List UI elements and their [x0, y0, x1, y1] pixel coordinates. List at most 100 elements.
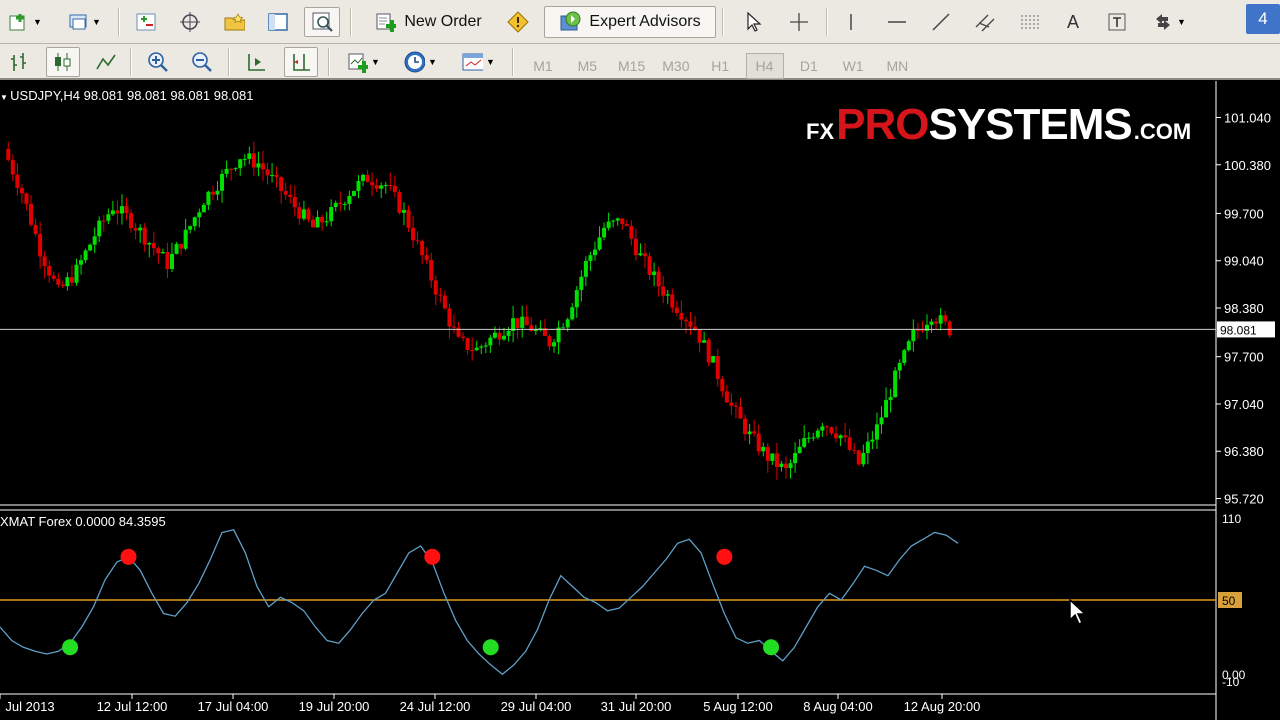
candlestick-button[interactable]: [46, 47, 80, 77]
trendline-icon: [930, 11, 952, 33]
bar-chart-button[interactable]: [4, 47, 36, 77]
crosshair-tool-button[interactable]: [784, 7, 814, 37]
new-chart-button[interactable]: ▼: [2, 7, 48, 37]
candle-body: [51, 275, 56, 279]
timeframe-mn[interactable]: MN: [878, 53, 916, 79]
chart-shift-button[interactable]: [284, 47, 318, 77]
candle-body: [220, 173, 225, 191]
trendline-button[interactable]: [926, 7, 956, 37]
candle-body: [588, 255, 593, 261]
cursor-tool-button[interactable]: [738, 7, 768, 37]
indicators-button[interactable]: ▼: [340, 47, 386, 77]
text-label-button[interactable]: [1102, 7, 1132, 37]
candle-body: [797, 446, 802, 454]
strategy-tester-button[interactable]: [304, 7, 340, 37]
timeframe-m5[interactable]: M5: [568, 53, 606, 79]
time-tick-label: Jul 2013: [5, 699, 54, 714]
data-window-button[interactable]: [174, 7, 206, 37]
candle-body: [247, 153, 252, 159]
candle-body: [38, 233, 43, 257]
vertical-line-button[interactable]: [836, 7, 866, 37]
chart-shift-icon: [290, 51, 312, 73]
autotrading-warning-button[interactable]: [502, 7, 534, 37]
candle-body: [233, 168, 238, 170]
market-watch-button[interactable]: [130, 7, 162, 37]
candle-body: [702, 340, 707, 343]
candle-body: [433, 280, 438, 295]
candle-body: [865, 441, 870, 454]
candle-body: [79, 260, 84, 265]
logo-fx: FX: [806, 119, 835, 144]
candle-body: [29, 203, 34, 225]
arrows-button[interactable]: ▼: [1146, 7, 1192, 37]
candle-body: [847, 437, 852, 450]
candle-body: [879, 417, 884, 425]
candle-body: [688, 321, 693, 327]
candle-body: [779, 463, 784, 468]
price-tick-label: 97.700: [1224, 350, 1264, 365]
window-button[interactable]: 4: [1246, 4, 1280, 34]
candle-body: [574, 290, 579, 308]
zoom-in-button[interactable]: [142, 47, 174, 77]
terminal-window-icon: [267, 11, 289, 33]
indicator-scale-min: -10: [1222, 675, 1240, 689]
candle-body: [934, 321, 939, 324]
profiles-button[interactable]: ▼: [60, 7, 108, 37]
expert-advisors-button[interactable]: Expert Advisors: [544, 6, 716, 38]
horizontal-line-button[interactable]: [882, 7, 912, 37]
candle-body: [256, 163, 261, 168]
level-50-label: 50: [1222, 594, 1236, 608]
time-tick-label: 17 Jul 04:00: [198, 699, 269, 714]
candle-body: [811, 437, 816, 439]
candle-body: [19, 187, 24, 194]
equidistant-channel-button[interactable]: [970, 7, 1000, 37]
candle-body: [424, 255, 429, 260]
candle-body: [301, 209, 306, 219]
timeframe-d1[interactable]: D1: [790, 53, 828, 79]
candle-body: [392, 185, 397, 193]
timeframe-m15[interactable]: M15: [613, 53, 651, 79]
candle-body: [101, 220, 106, 222]
candle-body: [915, 329, 920, 331]
candle-body: [179, 244, 184, 249]
candle-body: [306, 209, 311, 220]
zoom-out-button[interactable]: [186, 47, 218, 77]
candle-body: [479, 346, 484, 348]
autoscroll-icon: [245, 51, 267, 73]
new-order-button[interactable]: New Order: [362, 7, 494, 37]
expert-advisors-icon: [559, 11, 581, 33]
candle-body: [442, 295, 447, 309]
timeframe-h4[interactable]: H4: [745, 53, 784, 79]
templates-button[interactable]: ▼: [452, 47, 504, 77]
candle-body: [47, 265, 52, 276]
candle-body: [297, 207, 302, 219]
candle-body: [283, 191, 288, 195]
timeframe-w1[interactable]: W1: [834, 53, 872, 79]
navigator-button[interactable]: [218, 7, 250, 37]
new-chart-icon: [8, 11, 30, 33]
candle-body: [69, 277, 74, 283]
timeframe-m30[interactable]: M30: [657, 53, 695, 79]
fibonacci-button[interactable]: [1014, 7, 1044, 37]
candle-body: [783, 463, 788, 469]
candle-body: [938, 315, 943, 324]
candle-body: [802, 438, 807, 447]
terminal-button[interactable]: [262, 7, 294, 37]
periodicity-button[interactable]: ▼: [394, 47, 446, 77]
autoscroll-button[interactable]: [240, 47, 272, 77]
candle-body: [893, 370, 898, 398]
buy-signal-dot: [62, 639, 79, 656]
timeframe-m1[interactable]: M1: [524, 53, 562, 79]
candle-body: [515, 318, 520, 328]
candle-body: [383, 184, 388, 186]
candle-body: [761, 446, 766, 452]
candle-body: [138, 227, 143, 231]
warning-diamond-icon: [507, 11, 529, 33]
logo-systems: SYSTEMS: [928, 100, 1132, 149]
line-chart-button[interactable]: [90, 47, 122, 77]
candle-body: [565, 319, 570, 328]
chevron-down-icon: ▼: [428, 57, 437, 67]
candle-body: [597, 237, 602, 250]
text-tool-button[interactable]: A: [1058, 7, 1088, 37]
timeframe-h1[interactable]: H1: [701, 53, 739, 79]
